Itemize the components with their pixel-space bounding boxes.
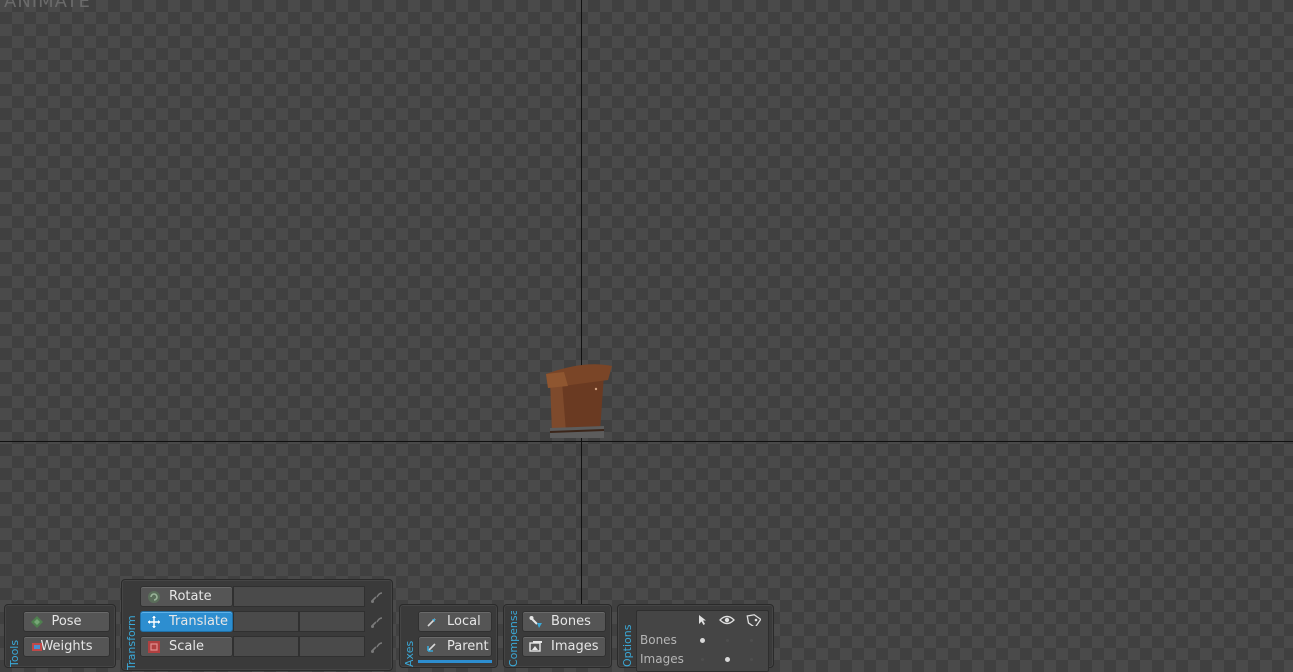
- options-table: Bones Images: [636, 610, 769, 672]
- mode-label: ANIMATE: [4, 0, 91, 12]
- rotate-icon: [148, 590, 160, 603]
- weights-label: Weights: [40, 639, 93, 654]
- parent-label: Parent: [447, 639, 489, 654]
- scale-button[interactable]: Scale: [140, 636, 233, 657]
- translate-button[interactable]: Translate: [140, 611, 233, 632]
- viewport[interactable]: ANIMATE: [0, 0, 1293, 661]
- options-row-images-label: Images: [640, 652, 684, 666]
- bones-select-toggle[interactable]: [700, 638, 705, 643]
- compensate-bones-button[interactable]: Bones: [522, 611, 606, 632]
- scale-label: Scale: [169, 639, 204, 654]
- axes-panel: Axes Local Parent: [399, 604, 498, 668]
- compensate-bones-label: Bones: [551, 614, 591, 629]
- scale-link-icon[interactable]: [369, 639, 385, 655]
- compensate-panel: Compensate Bones Images: [503, 604, 612, 668]
- rotate-button[interactable]: Rotate: [140, 586, 233, 607]
- flower-pot-image[interactable]: [544, 360, 616, 444]
- translate-label: Translate: [169, 614, 229, 629]
- compensate-images-label: Images: [551, 639, 599, 654]
- translate-link-icon[interactable]: [369, 614, 385, 630]
- images-visible-toggle[interactable]: [725, 657, 730, 662]
- images-icon: [529, 640, 542, 652]
- compensate-panel-title: Compensate: [507, 611, 520, 667]
- local-label: Local: [447, 614, 481, 629]
- rotate-value-field[interactable]: [233, 586, 365, 607]
- axes-active-indicator: [418, 660, 492, 663]
- parent-button[interactable]: Parent: [418, 636, 492, 657]
- transform-panel-title: Transform: [125, 615, 138, 670]
- local-button[interactable]: Local: [418, 611, 492, 632]
- rotate-link-icon[interactable]: [369, 589, 385, 605]
- tools-panel: Tools Pose Weights: [4, 604, 116, 668]
- options-row-bones-label: Bones: [640, 633, 677, 647]
- compensate-images-button[interactable]: Images: [522, 636, 606, 657]
- bones-names-toggle[interactable]: [750, 639, 753, 642]
- translate-y-field[interactable]: [299, 611, 365, 632]
- scale-icon: [148, 640, 160, 653]
- translate-x-field[interactable]: [233, 611, 299, 632]
- weights-button[interactable]: Weights: [23, 636, 110, 657]
- transform-panel: Transform Rotate Translate Scale: [121, 579, 393, 671]
- tools-panel-title: Tools: [8, 639, 21, 667]
- axes-panel-title: Axes: [403, 640, 416, 667]
- translate-icon: [148, 615, 160, 628]
- pose-button[interactable]: Pose: [23, 611, 110, 632]
- pose-label: Pose: [51, 614, 82, 629]
- tag-icon[interactable]: [745, 614, 761, 626]
- pose-icon: [31, 615, 43, 628]
- cursor-icon[interactable]: [697, 614, 709, 626]
- options-panel: Options Bones Images: [617, 604, 774, 672]
- bones-visible-toggle[interactable]: [726, 639, 729, 642]
- local-axes-icon: [427, 617, 436, 627]
- weights-icon: [32, 642, 42, 651]
- parent-axes-icon: [427, 642, 436, 652]
- scale-x-field[interactable]: [233, 636, 299, 657]
- eye-icon[interactable]: [719, 614, 735, 626]
- x-axis-line: [0, 441, 1293, 442]
- bones-icon: [529, 615, 542, 628]
- y-axis-line: [581, 0, 582, 661]
- rotate-label: Rotate: [169, 589, 212, 604]
- options-panel-title: Options: [621, 624, 634, 667]
- scale-y-field[interactable]: [299, 636, 365, 657]
